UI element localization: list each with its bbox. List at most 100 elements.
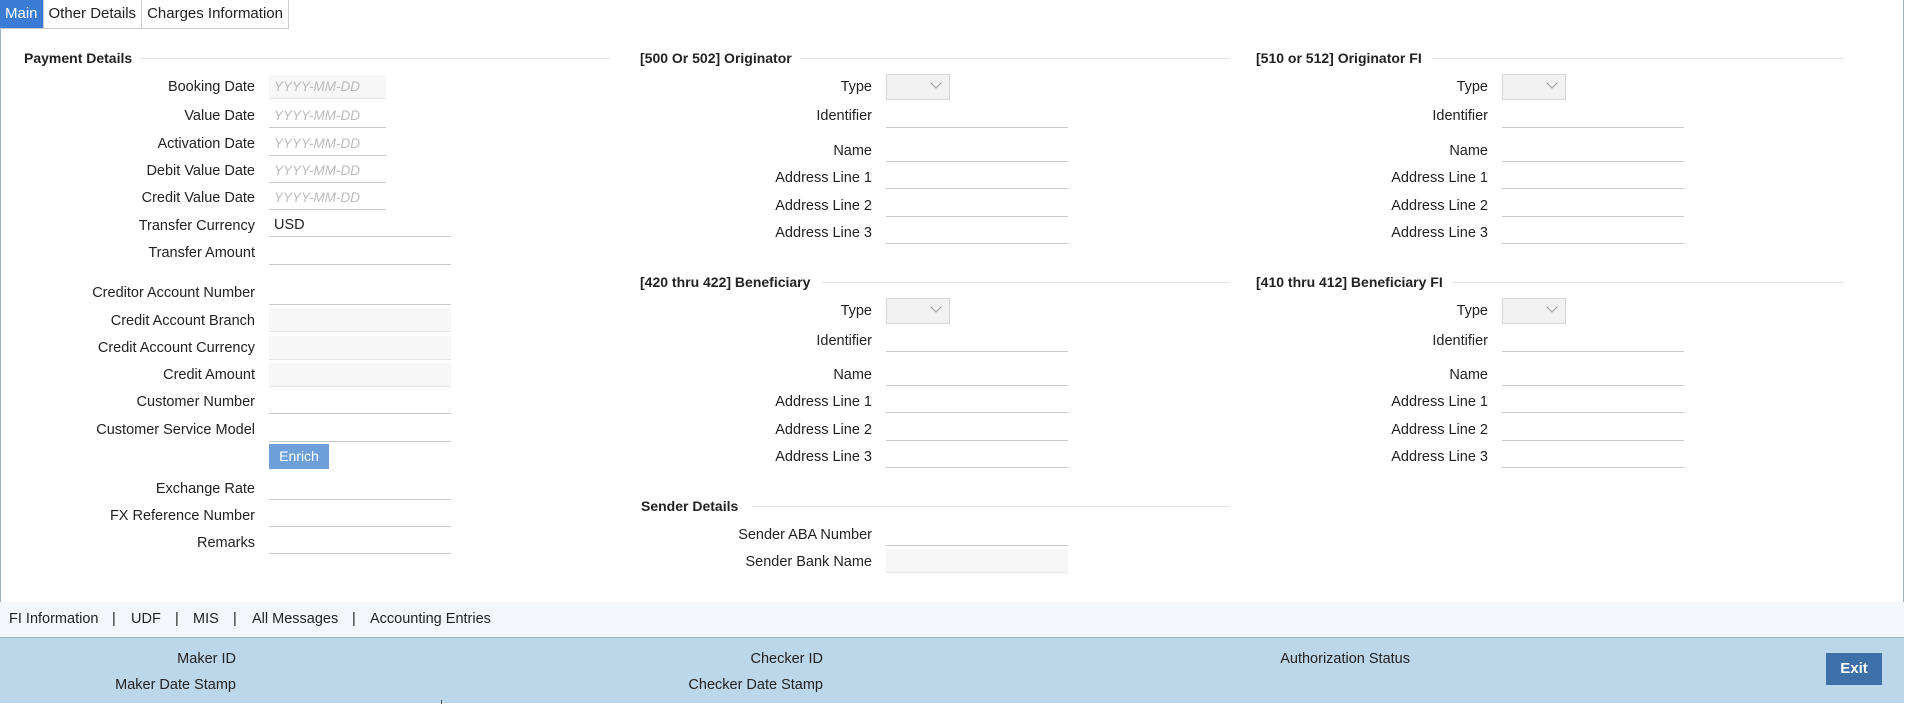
link-all-messages[interactable]: All Messages: [252, 611, 338, 627]
remarks-field[interactable]: [269, 530, 451, 554]
originator-identifier-field[interactable]: [886, 104, 1068, 128]
beneficiary-name-field[interactable]: [886, 362, 1068, 386]
beneficiary-identifier-label: Identifier: [816, 333, 872, 349]
audit-footer: Maker ID Maker Date Stamp Checker ID Che…: [0, 637, 1904, 703]
exchange-rate-label: Exchange Rate: [155, 481, 255, 497]
originator-fi-address1-label: Address Line 1: [1391, 170, 1488, 186]
originator-fi-type-label: Type: [1456, 79, 1488, 95]
beneficiary-address3-field[interactable]: [886, 444, 1068, 468]
beneficiary-name-label: Name: [833, 367, 872, 383]
credit-account-branch-label: Credit Account Branch: [110, 313, 255, 329]
beneficiary-type-label: Type: [840, 303, 872, 319]
beneficiary-identifier-field[interactable]: [886, 328, 1068, 352]
beneficiary-type-select[interactable]: [886, 298, 950, 324]
activation-date-field[interactable]: [269, 132, 386, 156]
originator-fi-address2-field[interactable]: [1502, 193, 1684, 217]
checker-date-stamp-label: Checker Date Stamp: [688, 677, 823, 693]
beneficiary-fi-identifier-label: Identifier: [1432, 333, 1488, 349]
originator-fi-title: [510 or 512] Originator FI: [1256, 50, 1422, 66]
originator-fi-identifier-label: Identifier: [1432, 108, 1488, 124]
payment-details-title: Payment Details: [24, 50, 133, 66]
link-udf[interactable]: UDF: [131, 611, 161, 627]
authorization-status-label: Authorization Status: [1280, 651, 1410, 667]
originator-fi-address3-field[interactable]: [1502, 220, 1684, 244]
section-divider: [752, 506, 1230, 507]
beneficiary-fi-title: [410 thru 412] Beneficiary FI: [1256, 274, 1443, 290]
tab-bar: Main Other Details Charges Information: [0, 0, 289, 30]
originator-address2-field[interactable]: [886, 193, 1068, 217]
originator-fi-address2-label: Address Line 2: [1391, 198, 1488, 214]
customer-service-model-field[interactable]: [269, 418, 451, 442]
booking-date-label: Booking Date: [167, 79, 255, 95]
creditor-account-number-label: Creditor Account Number: [92, 285, 255, 301]
transfer-currency-field[interactable]: [269, 213, 451, 237]
sender-aba-number-label: Sender ABA Number: [738, 527, 872, 543]
originator-fi-identifier-field[interactable]: [1502, 104, 1684, 128]
booking-date-field: [269, 75, 386, 99]
link-accounting-entries[interactable]: Accounting Entries: [370, 611, 491, 627]
originator-fi-type-select[interactable]: [1502, 74, 1566, 100]
transfer-amount-field[interactable]: [269, 241, 451, 265]
exchange-rate-field[interactable]: [269, 476, 451, 500]
customer-number-field[interactable]: [269, 390, 451, 414]
beneficiary-fi-name-field[interactable]: [1502, 362, 1684, 386]
checker-id-label: Checker ID: [750, 651, 823, 667]
originator-title: [500 Or 502] Originator: [640, 50, 792, 66]
debit-value-date-label: Debit Value Date: [146, 163, 255, 179]
beneficiary-fi-address3-field[interactable]: [1502, 444, 1684, 468]
link-separator: |: [175, 611, 179, 627]
beneficiary-fi-address1-label: Address Line 1: [1391, 394, 1488, 410]
chevron-down-icon: [930, 301, 942, 313]
beneficiary-address1-field[interactable]: [886, 389, 1068, 413]
maker-id-label: Maker ID: [177, 651, 236, 667]
beneficiary-fi-name-label: Name: [1449, 367, 1488, 383]
originator-identifier-label: Identifier: [816, 108, 872, 124]
debit-value-date-field[interactable]: [269, 159, 386, 183]
value-date-field[interactable]: [269, 104, 386, 128]
customer-number-label: Customer Number: [136, 394, 255, 410]
beneficiary-fi-type-select[interactable]: [1502, 298, 1566, 324]
credit-account-branch-field: [269, 308, 451, 332]
remarks-label: Remarks: [196, 535, 255, 551]
originator-name-field[interactable]: [886, 138, 1068, 162]
chevron-down-icon: [1546, 77, 1558, 89]
beneficiary-fi-address3-label: Address Line 3: [1391, 449, 1488, 465]
enrich-button[interactable]: Enrich: [269, 444, 329, 469]
credit-value-date-label: Credit Value Date: [141, 190, 255, 206]
beneficiary-fi-identifier-field[interactable]: [1502, 328, 1684, 352]
value-date-label: Value Date: [184, 108, 255, 124]
fx-reference-number-label: FX Reference Number: [109, 508, 255, 524]
section-divider: [1452, 282, 1844, 283]
tab-charges-information[interactable]: Charges Information: [142, 0, 289, 29]
originator-address2-label: Address Line 2: [775, 198, 872, 214]
credit-value-date-field[interactable]: [269, 186, 386, 210]
beneficiary-address2-label: Address Line 2: [775, 422, 872, 438]
originator-type-label: Type: [840, 79, 872, 95]
link-separator: |: [233, 611, 237, 627]
transfer-amount-label: Transfer Amount: [148, 245, 255, 261]
originator-fi-address1-field[interactable]: [1502, 165, 1684, 189]
tab-main[interactable]: Main: [0, 0, 44, 29]
beneficiary-fi-address2-field[interactable]: [1502, 417, 1684, 441]
beneficiary-fi-type-label: Type: [1456, 303, 1488, 319]
section-divider: [800, 58, 1230, 59]
credit-account-currency-label: Credit Account Currency: [97, 340, 255, 356]
exit-button[interactable]: Exit: [1826, 653, 1882, 685]
creditor-account-number-field[interactable]: [269, 281, 451, 305]
beneficiary-title: [420 thru 422] Beneficiary: [640, 274, 811, 290]
originator-fi-name-field[interactable]: [1502, 138, 1684, 162]
originator-address3-field[interactable]: [886, 220, 1068, 244]
link-separator: |: [352, 611, 356, 627]
activation-date-label: Activation Date: [157, 136, 255, 152]
link-fi-information[interactable]: FI Information: [9, 611, 98, 627]
beneficiary-address2-field[interactable]: [886, 417, 1068, 441]
sender-aba-number-field[interactable]: [886, 522, 1068, 546]
link-mis[interactable]: MIS: [193, 611, 219, 627]
tab-other-details[interactable]: Other Details: [43, 0, 143, 29]
sub-links-bar: FI Information | UDF | MIS | All Message…: [0, 602, 1904, 637]
originator-type-select[interactable]: [886, 74, 950, 100]
divider-mark: [441, 700, 442, 704]
beneficiary-fi-address1-field[interactable]: [1502, 389, 1684, 413]
originator-address1-field[interactable]: [886, 165, 1068, 189]
fx-reference-number-field[interactable]: [269, 503, 451, 527]
